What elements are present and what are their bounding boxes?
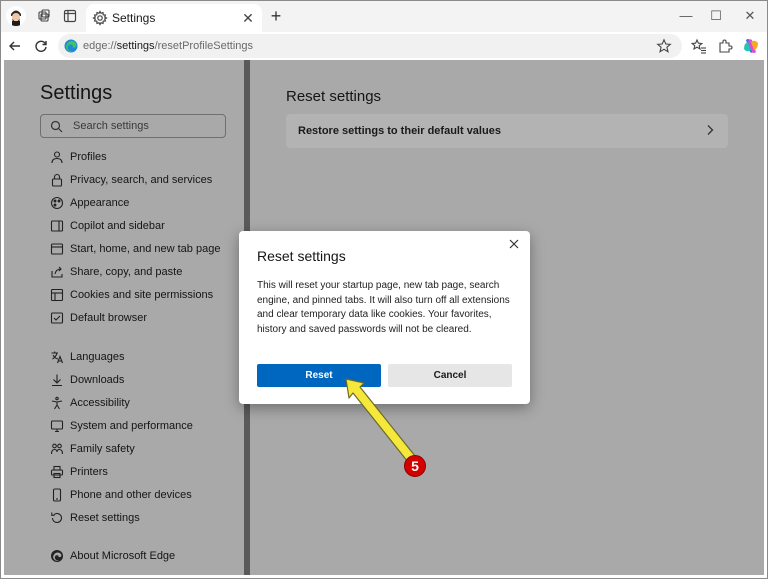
share-icon — [50, 265, 64, 279]
sidebar-item-profiles[interactable]: Profiles — [50, 148, 240, 168]
cancel-button[interactable]: Cancel — [388, 364, 512, 387]
back-arrow-icon[interactable] — [6, 37, 24, 55]
home-icon — [50, 242, 64, 256]
lock-icon — [50, 173, 64, 187]
sidebar-item-appearance[interactable]: Appearance — [50, 194, 240, 214]
restore-defaults-label: Restore settings to their default values — [298, 125, 501, 137]
reset-settings-dialog: Reset settings This will reset your star… — [239, 231, 530, 404]
sidebar-item-reset[interactable]: Reset settings — [50, 509, 240, 529]
dialog-message: This will reset your startup page, new t… — [257, 280, 510, 335]
sidebar-item-copilot[interactable]: Copilot and sidebar — [50, 217, 240, 237]
refresh-icon[interactable] — [32, 37, 50, 55]
maximize-button[interactable]: ☐ — [706, 6, 726, 26]
family-icon — [50, 442, 64, 456]
phone-icon — [50, 488, 64, 502]
workspaces-icon[interactable] — [36, 8, 52, 24]
page-title: Settings — [40, 82, 113, 104]
tab-settings[interactable]: Settings ✕ — [86, 4, 262, 32]
edge-icon — [50, 549, 64, 563]
favorite-star-icon[interactable] — [656, 38, 672, 54]
browser-icon — [50, 311, 64, 325]
address-bar[interactable]: edge://settings/resetProfileSettings — [58, 34, 682, 58]
download-icon — [50, 373, 64, 387]
sidebar-icon — [50, 219, 64, 233]
chevron-right-icon — [704, 123, 716, 137]
close-window-button[interactable]: ✕ — [740, 6, 760, 26]
edge-logo-icon — [64, 39, 78, 53]
profile-avatar[interactable] — [6, 6, 26, 26]
sidebar-item-languages[interactable]: Languages — [50, 348, 240, 368]
navigation-bar: edge://settings/resetProfileSettings — [0, 32, 768, 60]
sidebar-item-printers[interactable]: Printers — [50, 463, 240, 483]
printer-icon — [50, 465, 64, 479]
sidebar-item-about[interactable]: About Microsoft Edge — [50, 547, 240, 567]
sidebar-item-privacy[interactable]: Privacy, search, and services — [50, 171, 240, 191]
favorites-icon[interactable] — [690, 37, 708, 55]
url-text: edge://settings/resetProfileSettings — [83, 40, 253, 52]
sidebar-item-phone[interactable]: Phone and other devices — [50, 486, 240, 506]
reset-icon — [50, 511, 64, 525]
search-icon — [50, 120, 63, 133]
sidebar-item-system[interactable]: System and performance — [50, 417, 240, 437]
sidebar-item-start-home[interactable]: Start, home, and new tab page — [50, 240, 240, 260]
cookies-icon — [50, 288, 64, 302]
title-bar: Settings ✕ + — ☐ ✕ — [0, 0, 768, 32]
profile-icon — [50, 150, 64, 164]
sidebar-item-share[interactable]: Share, copy, and paste — [50, 263, 240, 283]
step-badge: 5 — [404, 455, 426, 477]
vertical-tabs-icon[interactable] — [62, 8, 78, 24]
gear-icon — [92, 10, 108, 26]
extensions-icon[interactable] — [716, 37, 734, 55]
sidebar-item-family-safety[interactable]: Family safety — [50, 440, 240, 460]
minimize-button[interactable]: — — [676, 6, 696, 26]
sidebar-item-cookies[interactable]: Cookies and site permissions — [50, 286, 240, 306]
system-icon — [50, 419, 64, 433]
sidebar-item-downloads[interactable]: Downloads — [50, 371, 240, 391]
tab-close-icon[interactable]: ✕ — [240, 10, 256, 26]
appearance-icon — [50, 196, 64, 210]
tab-title: Settings — [112, 11, 156, 25]
section-title: Reset settings — [286, 88, 382, 105]
settings-sidebar: Settings Search settings Profiles Privac… — [4, 60, 244, 575]
copilot-icon[interactable] — [742, 37, 760, 55]
sidebar-item-accessibility[interactable]: Accessibility — [50, 394, 240, 414]
search-input[interactable]: Search settings — [40, 114, 226, 138]
reset-button[interactable]: Reset — [257, 364, 381, 387]
new-tab-button[interactable]: + — [266, 6, 286, 26]
restore-defaults-row[interactable]: Restore settings to their default values — [286, 114, 728, 148]
accessibility-icon — [50, 396, 64, 410]
close-icon[interactable] — [507, 237, 521, 251]
sidebar-item-default-browser[interactable]: Default browser — [50, 309, 240, 329]
languages-icon — [50, 350, 64, 364]
search-placeholder: Search settings — [73, 120, 149, 132]
dialog-title: Reset settings — [257, 248, 346, 264]
